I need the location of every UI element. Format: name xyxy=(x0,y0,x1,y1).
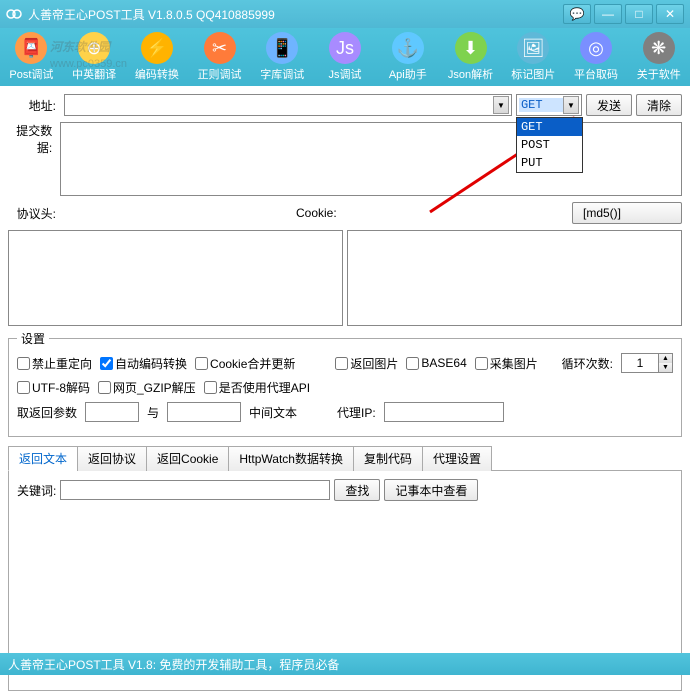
param-mid-label: 与 xyxy=(147,404,159,421)
chat-button[interactable]: 💬 xyxy=(563,4,591,24)
headers-label: 协议头: xyxy=(8,205,60,222)
statusbar: 人善帝王心POST工具 V1.8: 免费的开发辅助工具，程序员必备 xyxy=(0,653,690,675)
method-option-GET[interactable]: GET xyxy=(517,118,582,136)
toolbar-label: 正则调试 xyxy=(198,66,242,82)
keyword-input[interactable] xyxy=(60,480,330,500)
method-option-PUT[interactable]: PUT xyxy=(517,154,582,172)
toolbar-icon: ⊕ xyxy=(78,32,110,64)
maximize-button[interactable]: □ xyxy=(625,4,653,24)
md5-button[interactable]: [md5()] xyxy=(572,202,682,224)
toolbar-label: Post调试 xyxy=(9,66,53,82)
close-button[interactable]: ✕ xyxy=(656,4,684,24)
settings-legend: 设置 xyxy=(17,330,49,347)
toolbar-label: Js调试 xyxy=(329,66,362,82)
postdata-textarea[interactable] xyxy=(60,122,682,196)
titlebar: 人善帝王心POST工具 V1.8.0.5 QQ410885999 💬 — □ ✕ xyxy=(0,0,690,28)
toolbar-icon: 🖼 xyxy=(517,32,549,64)
keyword-label: 关键词: xyxy=(17,482,56,499)
cookie-label: Cookie: xyxy=(296,206,568,220)
toolbar-label: Api助手 xyxy=(389,66,427,82)
toolbar-label: 关于软件 xyxy=(637,66,681,82)
toolbar-icon: ◎ xyxy=(580,32,612,64)
method-dropdown: GETPOSTPUT xyxy=(516,117,583,173)
toolbar-正则调试[interactable]: ✂ 正则调试 xyxy=(188,30,251,84)
tab-3[interactable]: HttpWatch数据转换 xyxy=(228,446,354,471)
method-select[interactable]: GET ▼ GETPOSTPUT xyxy=(516,94,582,116)
tab-5[interactable]: 代理设置 xyxy=(422,446,492,471)
result-tabs: 返回文本返回协议返回CookieHttpWatch数据转换复制代码代理设置 xyxy=(8,445,682,471)
toolbar-关于软件[interactable]: ❋ 关于软件 xyxy=(627,30,690,84)
param-right-label: 中间文本 xyxy=(249,404,297,421)
toolbar-label: Json解析 xyxy=(448,66,493,82)
url-label: 地址: xyxy=(8,97,60,114)
toolbar-Post调试[interactable]: 📮 Post调试 xyxy=(0,30,63,84)
chk-returnimg[interactable]: 返回图片 xyxy=(335,355,398,372)
toolbar: 📮 Post调试 ⊕ 中英翻译 ⚡ 编码转换 ✂ 正则调试 📱 字库调试 Js Js调试 ⚓ Api助手 ⬇… xyxy=(0,28,690,86)
minimize-button[interactable]: — xyxy=(594,4,622,24)
window-title: 人善帝王心POST工具 V1.8.0.5 QQ410885999 xyxy=(28,6,560,23)
headers-textarea[interactable] xyxy=(8,230,343,326)
toolbar-label: 中英翻译 xyxy=(72,66,116,82)
toolbar-label: 编码转换 xyxy=(135,66,179,82)
chk-gzip[interactable]: 网页_GZIP解压 xyxy=(98,379,196,396)
toolbar-icon: ✂ xyxy=(204,32,236,64)
tab-0[interactable]: 返回文本 xyxy=(8,446,78,471)
toolbar-icon: ⬇ xyxy=(455,32,487,64)
tab-2[interactable]: 返回Cookie xyxy=(146,446,229,471)
toolbar-平台取码[interactable]: ◎ 平台取码 xyxy=(565,30,628,84)
toolbar-label: 字库调试 xyxy=(260,66,304,82)
send-button[interactable]: 发送 xyxy=(586,94,632,116)
toolbar-icon: ❋ xyxy=(643,32,675,64)
toolbar-Json解析[interactable]: ⬇ Json解析 xyxy=(439,30,502,84)
param-right-input[interactable] xyxy=(167,402,241,422)
chk-autoencode[interactable]: 自动编码转换 xyxy=(100,355,187,372)
app-icon xyxy=(6,6,22,22)
toolbar-icon: Js xyxy=(329,32,361,64)
url-input[interactable]: ▼ xyxy=(64,94,512,116)
toolbar-label: 平台取码 xyxy=(574,66,618,82)
url-field[interactable] xyxy=(67,96,493,114)
toolbar-icon: ⚓ xyxy=(392,32,424,64)
toolbar-Api助手[interactable]: ⚓ Api助手 xyxy=(376,30,439,84)
chk-cookiemerge[interactable]: Cookie合并更新 xyxy=(195,355,295,372)
toolbar-label: 标记图片 xyxy=(511,66,555,82)
toolbar-icon: 📱 xyxy=(266,32,298,64)
tab-1[interactable]: 返回协议 xyxy=(77,446,147,471)
chk-noredirect[interactable]: 禁止重定向 xyxy=(17,355,92,372)
clear-button[interactable]: 清除 xyxy=(636,94,682,116)
chk-base64[interactable]: BASE64 xyxy=(406,356,466,370)
param-left-input[interactable] xyxy=(85,402,139,422)
method-dropdown-arrow[interactable]: ▼ xyxy=(563,96,579,114)
proxyip-input[interactable] xyxy=(384,402,504,422)
method-value: GET xyxy=(519,98,563,112)
notepad-button[interactable]: 记事本中查看 xyxy=(384,479,478,501)
find-button[interactable]: 查找 xyxy=(334,479,380,501)
loops-label: 循环次数: xyxy=(562,355,613,372)
chk-collectimg[interactable]: 采集图片 xyxy=(475,355,538,372)
loops-spinner[interactable]: ▲▼ xyxy=(621,353,673,373)
toolbar-中英翻译[interactable]: ⊕ 中英翻译 xyxy=(63,30,126,84)
chk-useproxy[interactable]: 是否使用代理API xyxy=(204,379,310,396)
chk-utf8[interactable]: UTF-8解码 xyxy=(17,379,90,396)
loops-input[interactable] xyxy=(622,354,658,372)
toolbar-Js调试[interactable]: Js Js调试 xyxy=(314,30,377,84)
settings-group: 设置 禁止重定向 自动编码转换 Cookie合并更新 返回图片 BASE64 采… xyxy=(8,330,682,437)
param-left-label: 取返回参数 xyxy=(17,404,77,421)
toolbar-编码转换[interactable]: ⚡ 编码转换 xyxy=(125,30,188,84)
spin-down[interactable]: ▼ xyxy=(658,363,672,372)
method-option-POST[interactable]: POST xyxy=(517,136,582,154)
postdata-label: 提交数据: xyxy=(8,122,56,156)
tab-4[interactable]: 复制代码 xyxy=(353,446,423,471)
url-dropdown-arrow[interactable]: ▼ xyxy=(493,96,509,114)
proxyip-label: 代理IP: xyxy=(337,404,376,421)
toolbar-icon: ⚡ xyxy=(141,32,173,64)
cookie-textarea[interactable] xyxy=(347,230,682,326)
spin-up[interactable]: ▲ xyxy=(658,354,672,363)
toolbar-字库调试[interactable]: 📱 字库调试 xyxy=(251,30,314,84)
toolbar-icon: 📮 xyxy=(15,32,47,64)
toolbar-标记图片[interactable]: 🖼 标记图片 xyxy=(502,30,565,84)
